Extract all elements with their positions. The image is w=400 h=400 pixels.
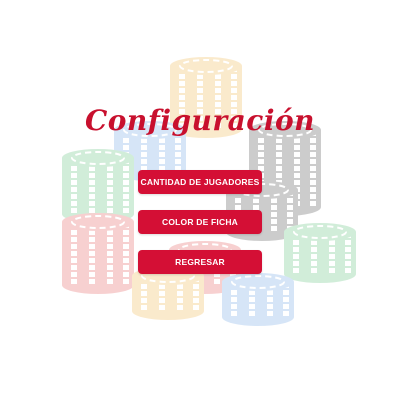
blue-chip-stack	[222, 273, 294, 326]
green-chip-stack	[62, 149, 134, 223]
red-chip-stack	[62, 213, 134, 294]
back-button[interactable]: REGRESAR	[138, 250, 262, 274]
green-chip-stack	[284, 223, 356, 283]
yellow-chip-stack	[132, 267, 204, 320]
chip-color-button[interactable]: COLOR DE FICHA	[138, 210, 262, 234]
page-title: Configuración	[84, 104, 316, 137]
players-count-button[interactable]: CANTIDAD DE JUGADORES	[138, 170, 262, 194]
chip-stacks-background	[62, 57, 356, 326]
